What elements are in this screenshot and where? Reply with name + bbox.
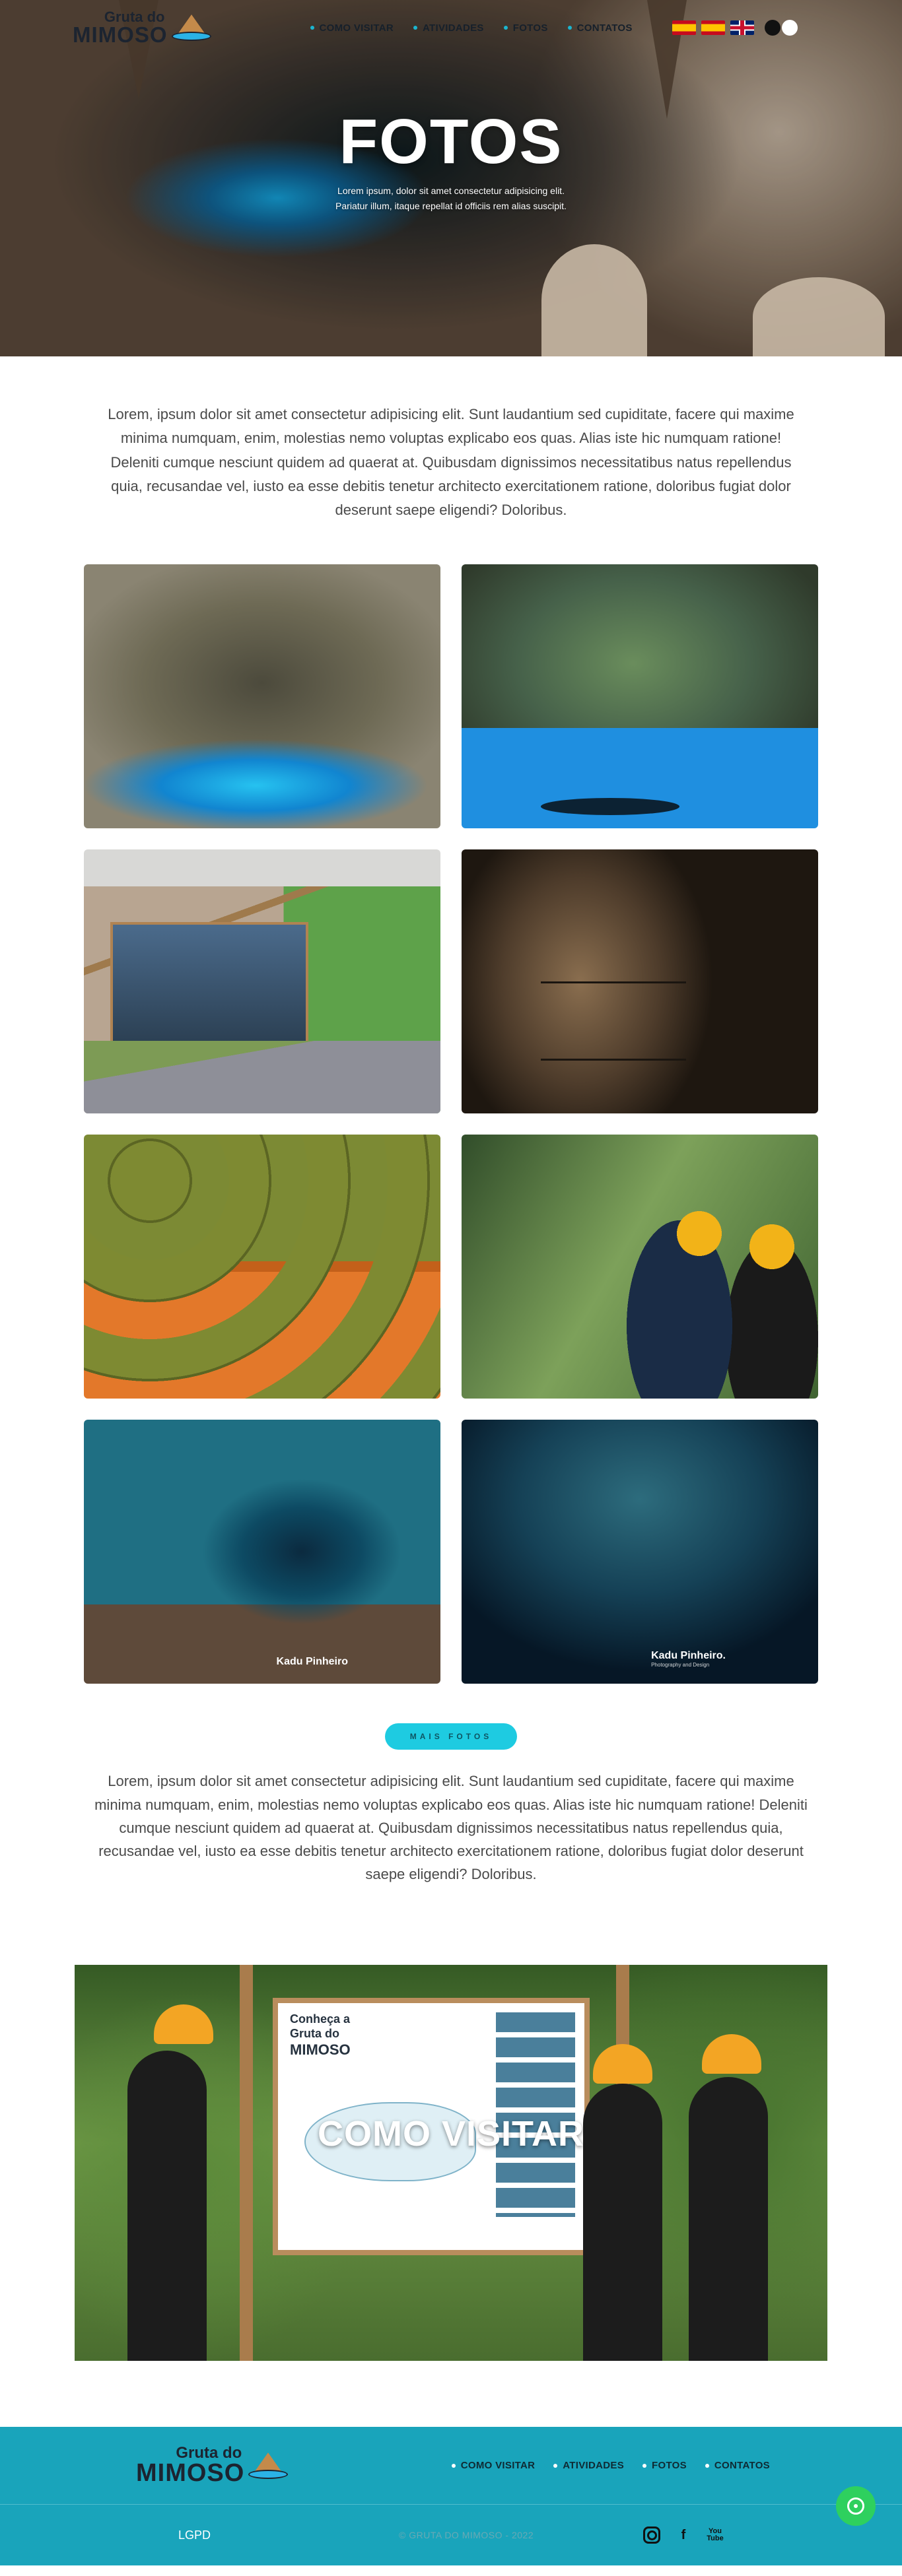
language-switcher [672,20,798,36]
helmet-shape [154,2004,213,2045]
nav-item-fotos[interactable]: FOTOS [503,22,548,34]
page-title: FOTOS [339,106,563,177]
bullet-dot-icon [553,2463,558,2468]
helmet-shape [702,2034,761,2074]
watermark-name: Kadu Pinheiro. [651,1650,726,1662]
sign-post [240,1965,253,2361]
nav-item-label: FOTOS [512,22,548,34]
footer-logo[interactable]: Gruta do MIMOSO [136,2445,289,2488]
photo-watermark: Kadu Pinheiro. Photography and Design [651,1650,726,1668]
nav-item-label: CONTATOS [576,22,633,34]
rock-decoration [753,277,885,356]
board-heading: Conheça a Gruta do MIMOSO [290,2012,351,2059]
outro-text: Lorem, ipsum dolor sit amet consectetur … [94,1773,808,1883]
hero-section: Gruta do MIMOSO COMO VISITAR ATIVIDADES … [0,0,902,356]
hero-content: FOTOS Lorem ipsum, dolor sit amet consec… [0,106,902,214]
footer-bottom: LGPD © GRUTA DO MIMOSO - 2022 f You Tube [0,2505,902,2565]
footer-nav-fotos[interactable]: FOTOS [642,2460,687,2471]
bullet-dot-icon [451,2463,456,2468]
como-visitar-banner[interactable]: Conheça a Gruta do MIMOSO COMO VISITAR [75,1965,827,2361]
nav-item-label: ATIVIDADES [563,2460,625,2472]
guided-trail-photo[interactable] [462,1135,818,1399]
nav-item-label: FOTOS [652,2460,687,2472]
bullet-dot-icon [413,26,417,30]
es-flag-icon[interactable] [701,20,725,35]
cave-lake-photo[interactable] [84,564,440,829]
logo-text: Gruta do MIMOSO [136,2445,245,2488]
more-photos-button[interactable]: MAIS FOTOS [385,1723,517,1750]
window-shape [110,922,308,1048]
watermark-sub: Photography and Design [651,1662,710,1668]
youtube-icon[interactable]: You Tube [707,2526,724,2544]
bullet-dot-icon [310,26,314,30]
kayak-shape [541,798,679,816]
site-footer: Gruta do MIMOSO COMO VISITAR ATIVIDADES … [0,2427,902,2566]
footer-nav-como-visitar[interactable]: COMO VISITAR [451,2460,536,2472]
board-heading-line3: MIMOSO [290,2041,351,2058]
board-heading-line2: Gruta do [290,2027,339,2041]
social-links: f You Tube [643,2526,724,2544]
board-heading-line1: Conheça a [290,2012,351,2026]
kayak-cave-photo[interactable] [462,564,818,829]
logo-line2: MIMOSO [136,2459,245,2488]
helmets-shelf-photo[interactable] [84,1135,440,1399]
cta-title: COMO VISITAR [317,2114,584,2154]
footer-nav-atividades[interactable]: ATIVIDADES [553,2460,624,2471]
guide-figure [127,2051,207,2361]
bullet-dot-icon [503,26,508,30]
logo-text: Gruta do MIMOSO [73,9,168,47]
uk-flag-icon[interactable] [730,20,754,35]
copyright-text: © GRUTA DO MIMOSO - 2022 [399,2530,534,2541]
walkway-shape [541,981,686,1061]
diver-cave-photo[interactable]: Kadu Pinheiro [84,1420,440,1684]
nav-item-label: ATIVIDADES [423,22,484,34]
diver-blue-cave-photo[interactable]: Kadu Pinheiro. Photography and Design [462,1420,818,1684]
nav-item-label: COMO VISITAR [319,22,394,34]
top-navbar: Gruta do MIMOSO COMO VISITAR ATIVIDADES … [0,0,902,55]
nav-item-contatos[interactable]: CONTATOS [567,22,633,34]
visitor-center-photo[interactable] [84,849,440,1114]
nav-item-como-visitar[interactable]: COMO VISITAR [310,22,394,34]
nav-item-atividades[interactable]: ATIVIDADES [413,22,484,34]
dark-mode-toggle[interactable] [764,20,781,36]
instagram-icon[interactable] [643,2526,660,2544]
light-mode-toggle[interactable] [781,20,798,36]
footer-nav: COMO VISITAR ATIVIDADES FOTOS CONTATOS [451,2460,770,2472]
photo-gallery: Kadu Pinheiro Kadu Pinheiro. Photography … [84,564,818,1684]
header-logo[interactable]: Gruta do MIMOSO [73,9,211,47]
es-flag-icon[interactable] [672,20,696,35]
photo-watermark: Kadu Pinheiro [276,1656,348,1668]
bullet-dot-icon [567,26,572,30]
theme-toggle [764,20,798,36]
footer-top: Gruta do MIMOSO COMO VISITAR ATIVIDADES … [0,2427,902,2505]
footer-nav-contatos[interactable]: CONTATOS [705,2460,770,2471]
cave-walkway-photo[interactable] [462,849,818,1114]
hero-subtitle: Lorem ipsum, dolor sit amet consectetur … [335,185,567,212]
bullet-dot-icon [642,2463,647,2468]
more-photos-wrap: MAIS FOTOS [0,1723,902,1750]
logo-line2: MIMOSO [73,22,168,47]
bullet-dot-icon [705,2463,709,2468]
floor-shape [84,1041,440,1114]
intro-text: Lorem, ipsum dolor sit amet consectetur … [108,406,794,519]
cave-logo-icon [171,12,211,44]
main-nav: COMO VISITAR ATIVIDADES FOTOS CONTATOS [310,22,633,34]
whatsapp-icon [847,2497,864,2515]
cave-logo-icon [248,2450,289,2482]
nav-item-label: COMO VISITAR [460,2460,536,2472]
nav-item-label: CONTATOS [714,2460,770,2472]
rock-decoration [541,244,647,356]
helmet-shape [593,2044,652,2084]
lgpd-link[interactable]: LGPD [178,2528,211,2542]
whatsapp-chat-button[interactable] [836,2486,876,2526]
facebook-icon[interactable]: f [675,2526,692,2544]
